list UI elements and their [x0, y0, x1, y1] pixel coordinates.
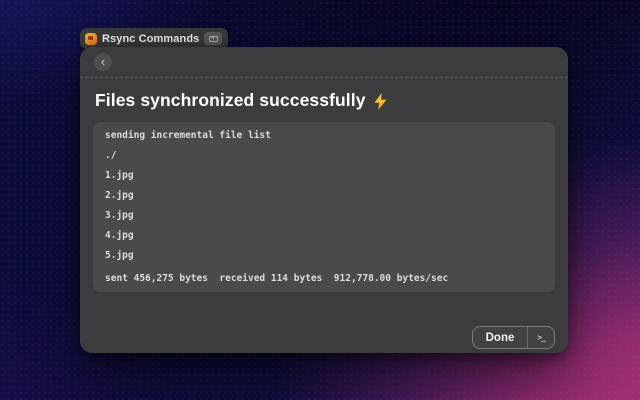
result-title: Files synchronized successfully — [95, 90, 366, 111]
terminal-summary-line: sent 456,275 bytes received 114 bytes 91… — [105, 274, 543, 284]
chevron-left-icon: ‹ — [101, 55, 105, 68]
rsync-result-window: ‹ Files synchronized successfully sen — [80, 47, 568, 353]
back-button[interactable]: ‹ — [94, 53, 112, 71]
terminal-output-block: sending incremental file list ./ 1.jpg 2… — [93, 122, 555, 292]
tab-title: Rsync Commands — [102, 33, 199, 45]
terminal-line: 4.jpg — [105, 231, 543, 241]
rsync-command-icon — [85, 33, 97, 45]
terminal-line: 1.jpg — [105, 171, 543, 181]
terminal-prompt-icon[interactable]: >_ — [527, 327, 554, 348]
window-body: Files synchronized successfully sending … — [80, 78, 568, 292]
window-footer: Done >_ — [472, 326, 555, 349]
terminal-line: 5.jpg — [105, 251, 543, 261]
terminal-line: 3.jpg — [105, 211, 543, 221]
terminal-line: 2.jpg — [105, 191, 543, 201]
desktop-background: Rsync Commands ‹ Files synchronized succ… — [0, 0, 640, 400]
lightning-bolt-icon — [373, 93, 388, 110]
terminal-line: ./ — [105, 151, 543, 161]
camera-icon — [204, 32, 222, 45]
window-tab-rsync-commands[interactable]: Rsync Commands — [80, 28, 228, 49]
page-title: Files synchronized successfully — [95, 90, 553, 111]
window-header: ‹ — [80, 47, 568, 78]
done-button[interactable]: Done >_ — [472, 326, 555, 349]
done-button-label[interactable]: Done — [473, 327, 528, 348]
terminal-line: sending incremental file list — [105, 131, 543, 141]
